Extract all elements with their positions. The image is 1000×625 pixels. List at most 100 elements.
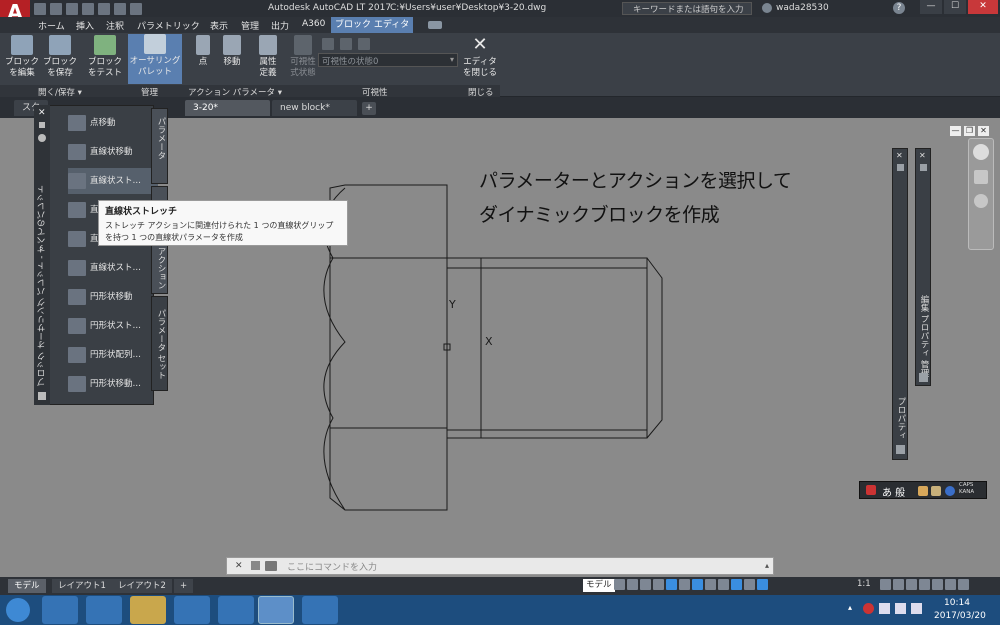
- ime-help-icon[interactable]: [945, 486, 955, 496]
- palette-item-linear-stretch-2[interactable]: 直線状スト…: [68, 255, 158, 281]
- menu-icon[interactable]: [958, 579, 969, 590]
- user-name[interactable]: wada28530: [776, 3, 829, 13]
- customize-icon[interactable]: [945, 579, 956, 590]
- visibility-hide-icon[interactable]: [340, 38, 352, 50]
- ime-tool-icon[interactable]: [918, 486, 928, 496]
- visibility-mode-icon[interactable]: [358, 38, 370, 50]
- palette-item-polar-array[interactable]: 円形状配列…: [68, 342, 158, 368]
- layout-tab-layout1[interactable]: レイアウト1: [52, 579, 112, 593]
- clock-time[interactable]: 10:14: [944, 598, 970, 608]
- tab-parametric[interactable]: パラメトリック: [137, 19, 200, 32]
- move-action-button[interactable]: 移動: [215, 35, 249, 68]
- new-file-icon[interactable]: [34, 3, 46, 15]
- otrack-icon[interactable]: [705, 579, 716, 590]
- grid-icon[interactable]: [614, 579, 625, 590]
- polar-icon[interactable]: [666, 579, 677, 590]
- snap-icon[interactable]: [627, 579, 638, 590]
- ie-icon[interactable]: [42, 596, 78, 624]
- save-block-button[interactable]: ブロック を保存: [40, 35, 80, 79]
- transparency-icon[interactable]: [731, 579, 742, 590]
- lineweight-icon[interactable]: [718, 579, 729, 590]
- properties-close-icon[interactable]: ✕: [896, 151, 903, 160]
- iso-icon[interactable]: [679, 579, 690, 590]
- zoom-icon[interactable]: [974, 194, 988, 208]
- palette-tab-parameter-sets[interactable]: パラメータ セット: [151, 296, 168, 391]
- cmdline-settings-icon[interactable]: [251, 561, 260, 570]
- ribbon-minimize-icon[interactable]: [428, 21, 442, 29]
- tray-expand-icon[interactable]: ▴: [848, 603, 858, 613]
- clean-screen-icon[interactable]: [932, 579, 943, 590]
- close-editor-button[interactable]: ✕ エディタ を閉じる: [460, 35, 500, 79]
- autoscale-icon[interactable]: [757, 579, 768, 590]
- visibility-show-icon[interactable]: [322, 38, 334, 50]
- save-as-icon[interactable]: [82, 3, 94, 15]
- media-player-icon[interactable]: [86, 596, 122, 624]
- tab-annotate[interactable]: 注釈: [106, 19, 124, 32]
- viewport-restore-button[interactable]: ❐: [964, 126, 975, 136]
- quick-props-icon[interactable]: [919, 579, 930, 590]
- save-icon[interactable]: [66, 3, 78, 15]
- undo-icon[interactable]: [114, 3, 126, 15]
- print-icon[interactable]: [98, 3, 110, 15]
- tab-manage[interactable]: 管理: [241, 19, 259, 32]
- properties-icon[interactable]: [896, 445, 905, 454]
- properties-panel-collapsed[interactable]: ✕ プロパティ: [892, 148, 908, 460]
- maximize-button[interactable]: ☐: [944, 0, 966, 14]
- layout-tab-add[interactable]: +: [174, 579, 194, 593]
- edit-block-button[interactable]: ブロック を編集: [2, 35, 42, 79]
- minimize-button[interactable]: —: [920, 0, 942, 14]
- new-tab-plus-icon[interactable]: +: [362, 102, 376, 115]
- panel2-icon[interactable]: [919, 373, 928, 382]
- tab-view[interactable]: 表示: [210, 19, 228, 32]
- palette-item-point-move[interactable]: 点移動: [68, 110, 158, 136]
- annotation-icon[interactable]: [744, 579, 755, 590]
- visibility-states-button[interactable]: 可視性 式状態: [285, 35, 321, 79]
- file-explorer-icon[interactable]: [130, 596, 166, 624]
- ime-red-icon[interactable]: [866, 485, 876, 495]
- thunderbird-icon[interactable]: [218, 596, 254, 624]
- tray-acrobat-icon[interactable]: [863, 603, 874, 614]
- osnap-icon[interactable]: [692, 579, 703, 590]
- redo-icon[interactable]: [130, 3, 142, 15]
- infer-icon[interactable]: [640, 579, 651, 590]
- status-model-button[interactable]: モデル: [583, 579, 615, 592]
- ime-dict-icon[interactable]: [931, 486, 941, 496]
- palette-item-polar-stretch[interactable]: 円形状スト…: [68, 313, 158, 339]
- tab-insert[interactable]: 挿入: [76, 19, 94, 32]
- palette-tab-parameters[interactable]: パラメータ: [151, 108, 168, 184]
- tab-home[interactable]: ホーム: [38, 19, 65, 32]
- tray-flag-icon[interactable]: [879, 603, 890, 614]
- workspace-gear-icon[interactable]: [880, 579, 891, 590]
- cmdline-close-icon[interactable]: ✕: [235, 561, 243, 571]
- block-properties-panel-collapsed[interactable]: ✕ 編集 プロパティ 管理: [915, 148, 931, 386]
- doc-tab-3-20[interactable]: 3-20*: [185, 100, 270, 116]
- tray-volume-icon[interactable]: [911, 603, 922, 614]
- autocad-taskbar-icon[interactable]: [258, 596, 294, 624]
- tab-a360[interactable]: A360: [302, 19, 325, 29]
- ime-mode-text[interactable]: あ 般: [882, 484, 905, 499]
- doc-tab-new-block[interactable]: new block*: [272, 100, 357, 116]
- help-icon[interactable]: ?: [893, 2, 905, 14]
- panel2-close-icon[interactable]: ✕: [919, 151, 926, 160]
- viewport-close-button[interactable]: ✕: [978, 126, 989, 136]
- palette-item-linear-stretch[interactable]: 直線状スト…: [68, 168, 158, 194]
- viewport-minimize-button[interactable]: —: [950, 126, 961, 136]
- pan-hand-icon[interactable]: [974, 170, 988, 184]
- ortho-icon[interactable]: [653, 579, 664, 590]
- tray-network-icon[interactable]: [895, 603, 906, 614]
- close-button[interactable]: ✕: [968, 0, 998, 14]
- layout-tab-layout2[interactable]: レイアウト2: [112, 579, 172, 593]
- cmdline-expand-icon[interactable]: ▴: [765, 561, 769, 570]
- units-icon[interactable]: [906, 579, 917, 590]
- palette-item-polar-move-2[interactable]: 円形状移動…: [68, 371, 158, 397]
- properties-pin-icon[interactable]: [897, 164, 904, 171]
- start-button[interactable]: [6, 598, 30, 622]
- clock-date[interactable]: 2017/03/20: [934, 611, 986, 621]
- panel2-pin-icon[interactable]: [920, 164, 927, 171]
- layout-tab-model[interactable]: モデル: [8, 579, 46, 593]
- plus-icon[interactable]: [893, 579, 904, 590]
- tab-output[interactable]: 出力: [271, 19, 289, 32]
- annotation-scale[interactable]: 1:1: [857, 579, 871, 589]
- paint-icon[interactable]: [302, 596, 338, 624]
- visibility-state-dropdown[interactable]: 可視性の状態0 ▾: [318, 53, 458, 67]
